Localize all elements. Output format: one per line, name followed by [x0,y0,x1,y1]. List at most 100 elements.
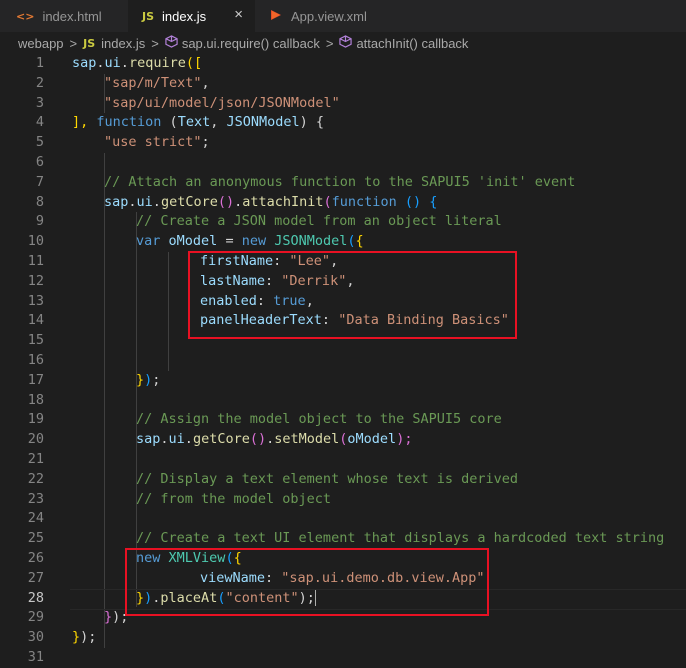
line-number: 10 [27,233,44,250]
code-token: ui [104,55,121,71]
line-number: 18 [27,391,44,408]
code-token: ( [323,193,332,210]
line-number: 23 [27,490,44,507]
code-line[interactable]: 17}); [0,371,686,391]
code-line[interactable]: 20 sap.ui.getCore().setModel(oModel); [0,430,686,450]
code-token: oModel [168,233,218,250]
line-number: 26 [27,550,44,566]
tab-app-view-xml[interactable]: App.view.xml [255,0,390,32]
code-line[interactable]: 10 var oModel = new JSONModel({ [0,232,686,252]
code-token: . [184,431,193,448]
code-token: ui [136,193,153,210]
line-number: 27 [27,569,44,586]
code-token: () [249,431,267,448]
code-token: ); [396,431,413,448]
code-token: // Create a JSON model from an object li… [136,213,502,230]
code-token: // Attach an anonymous function to the S… [104,173,576,190]
line-number: 9 [35,213,44,230]
code-token: ; [201,134,210,151]
code-token: getCore [160,193,218,210]
method-cube-icon [165,35,178,51]
line-number: 31 [27,649,44,665]
code-line[interactable]: 8 sap.ui.getCore().attachInit(function ()… [0,193,686,213]
code-token: = [217,233,242,250]
tab-label: index.js [162,8,207,24]
breadcrumb-symbol-attachinit-callback[interactable]: attachInit() callback [356,36,468,51]
highlight-box-xmlview [125,548,489,616]
line-number: 21 [27,451,44,467]
code-token: . [160,431,169,448]
line-number: 7 [35,173,44,190]
tab-label: App.view.xml [291,8,367,24]
tab-label: index.html [42,8,102,24]
code-token: getCore [192,431,250,448]
code-text: }); [136,371,160,391]
breadcrumb-file[interactable]: index.js [101,36,145,51]
code-text: sap.ui.getCore().attachInit(function () … [104,193,437,213]
code-token: JSONModel [274,233,348,250]
chevron-right-icon: > [151,35,159,51]
code-line[interactable]: 16 [0,351,686,371]
code-line[interactable]: 9 // Create a JSON model from an object l… [0,212,686,232]
js-file-icon: JS [83,36,96,50]
code-text: // from the model object [136,490,331,510]
code-token: Text [177,114,211,131]
line-number: 22 [27,470,44,487]
code-line[interactable]: 31 [0,648,686,668]
code-token: require [128,55,186,71]
code-line[interactable]: 30}); [0,628,686,648]
code-text: "use strict"; [104,133,210,153]
code-token: // Create a text UI element that display… [136,530,665,547]
code-token: "use strict" [104,134,202,151]
line-number: 20 [27,431,44,448]
code-token: } [72,629,81,646]
code-line[interactable]: 21 [0,450,686,470]
code-token: ], [72,114,97,131]
code-line[interactable]: 22 // Display a text element whose text i… [0,470,686,490]
code-token: setModel [274,431,340,448]
code-line[interactable]: 24 [0,509,686,529]
highlight-box-model-properties [188,251,517,339]
code-text: "sap/ui/model/json/JSONModel" [104,94,340,114]
code-line[interactable]: 3 "sap/ui/model/json/JSONModel" [0,94,686,114]
code-line[interactable]: 2 "sap/m/Text", [0,74,686,94]
line-number: 16 [27,352,44,368]
code-token: attachInit [242,193,324,210]
code-token: sap [72,55,97,71]
code-line[interactable]: 1 sap.ui.require([ [0,54,686,74]
close-icon[interactable]: × [234,6,243,23]
code-line[interactable]: 7 // Attach an anonymous function to the … [0,173,686,193]
code-editor[interactable]: 1 sap.ui.require([2 "sap/m/Text", 3 "sap/ui/… [0,54,686,665]
line-number: 25 [27,530,44,547]
code-text: // Assign the model object to the SAPUI5… [136,410,502,430]
tab-index-html[interactable]: <> index.html [0,0,128,32]
code-token: // Display a text element whose text is … [136,470,519,487]
chevron-right-icon: > [69,35,78,51]
code-token: ([ [185,55,203,71]
line-number: 17 [27,371,44,388]
code-line[interactable]: 19 // Assign the model object to the SAPU… [0,410,686,430]
code-line[interactable]: 25 // Create a text UI element that displ… [0,529,686,549]
code-line[interactable]: 5 "use strict"; [0,133,686,153]
tab-index-js[interactable]: JS index.js × [128,0,255,32]
line-number: 14 [27,312,44,329]
code-line[interactable]: 18 [0,391,686,411]
breadcrumb-folder[interactable]: webapp [18,36,64,51]
code-line[interactable]: 4], function (Text, JSONModel) { [0,113,686,133]
code-token: . [96,55,105,71]
line-number: 19 [27,411,44,428]
code-token: ( [347,233,356,250]
breadcrumb-symbol-require-callback[interactable]: sap.ui.require() callback [182,36,320,51]
code-token: ; [152,371,161,388]
code-text: // Attach an anonymous function to the S… [104,173,575,193]
code-token: ( [161,114,178,131]
line-number: 1 [35,55,44,71]
code-line[interactable]: 23 // from the model object [0,490,686,510]
code-token: "sap/m/Text" [104,74,202,91]
code-line[interactable]: 6 [0,153,686,173]
line-number: 4 [35,114,44,131]
code-text: }); [72,628,96,648]
code-token: ); [80,629,97,646]
